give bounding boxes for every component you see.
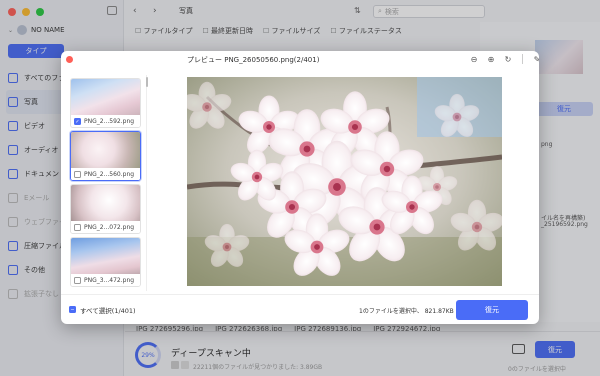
thumbnail-caption: ✓ PNG_2...592.png (71, 115, 140, 127)
thumbnail-caption: PNG_2...072.png (71, 221, 140, 233)
thumbnail-scrollbar[interactable] (146, 77, 148, 87)
preview-image (187, 77, 502, 286)
edit-icon[interactable]: ✎ (532, 54, 539, 64)
preview-footer: − すべて選択(1/401) 1のファイルを選択中、 821.87KB 復元 (61, 294, 539, 324)
select-all-checkbox[interactable]: − (69, 306, 76, 313)
cherry-blossom-photo (187, 77, 502, 286)
thumbnail-item[interactable]: ✓ PNG_2...592.png (70, 78, 141, 128)
thumbnail-name: PNG_2...592.png (84, 117, 135, 125)
thumbnail-caption: PNG_2...560.png (71, 168, 140, 180)
thumbnail-image (71, 185, 140, 223)
thumbnail-checkbox[interactable] (74, 223, 81, 231)
select-all-label: すべて選択(1/401) (80, 306, 136, 315)
thumbnail-name: PNG_2...072.png (84, 223, 135, 231)
thumbnail-image (71, 238, 140, 276)
thumbnail-checkbox[interactable] (74, 276, 81, 284)
zoom-out-icon[interactable]: ⊖ (469, 54, 479, 64)
thumbnail-item[interactable]: PNG_3...472.png (70, 237, 141, 287)
thumbnail-image (71, 132, 140, 170)
thumbnail-image (71, 79, 140, 117)
preview-dialog: プレビュー PNG_26050560.png(2/401) ⊖ ⊕ ↻ ✎ ✓ P… (61, 51, 539, 324)
select-all[interactable]: − すべて選択(1/401) (69, 305, 136, 315)
preview-restore-button[interactable]: 復元 (456, 300, 528, 320)
thumbnail-name: PNG_2...560.png (84, 170, 135, 178)
toolbar-divider (522, 54, 523, 64)
thumbnail-item[interactable]: PNG_2...072.png (70, 184, 141, 234)
thumbnail-checkbox[interactable]: ✓ (74, 117, 81, 125)
close-dialog-button[interactable] (66, 56, 73, 63)
thumbnail-item-selected[interactable]: PNG_2...560.png (70, 131, 141, 181)
rotate-icon[interactable]: ↻ (503, 54, 513, 64)
selection-info: 1のファイルを選択中、 821.87KB (359, 308, 454, 315)
thumbnail-list: ✓ PNG_2...592.png PNG_2...560.png PNG_2..… (61, 75, 147, 291)
thumbnail-checkbox[interactable] (74, 170, 81, 178)
zoom-in-icon[interactable]: ⊕ (486, 54, 496, 64)
preview-toolbar: ⊖ ⊕ ↻ ✎ (469, 54, 539, 64)
preview-title: プレビュー PNG_26050560.png(2/401) (187, 56, 320, 64)
thumbnail-name: PNG_3...472.png (84, 276, 135, 284)
thumbnail-caption: PNG_3...472.png (71, 274, 140, 286)
